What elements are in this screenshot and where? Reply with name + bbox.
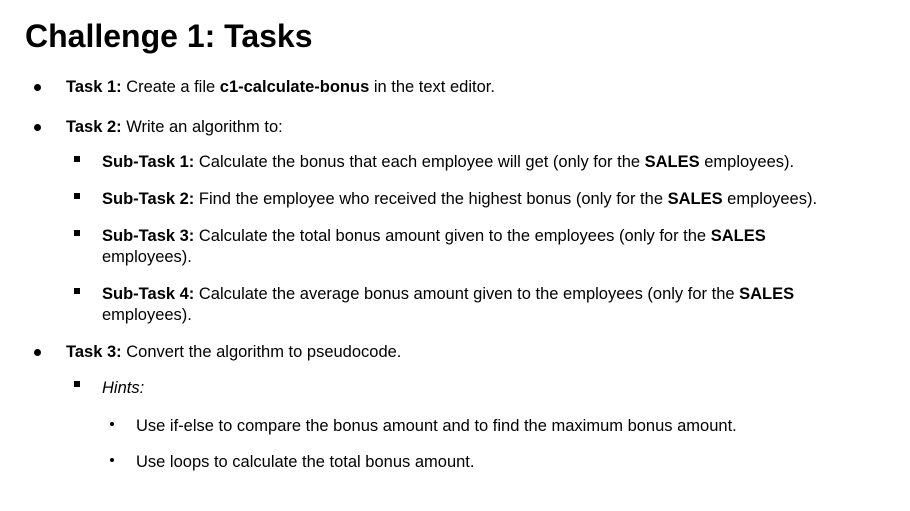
subtask-2-sales: SALES xyxy=(667,190,723,208)
dot-bullet-icon xyxy=(110,458,114,462)
task-1-text-end: in the text editor. xyxy=(369,78,495,96)
subtask-4-text: Calculate the average bonus amount given… xyxy=(194,285,740,303)
bullet-icon xyxy=(34,124,41,131)
subtask-1-end: employees). xyxy=(699,153,795,171)
subtask-2-end: employees). xyxy=(722,190,818,208)
page-title: Challenge 1: Tasks xyxy=(25,18,313,54)
subtask-2-text: Find the employee who received the highe… xyxy=(194,190,668,208)
task-3: Task 3: Convert the algorithm to pseudoc… xyxy=(66,342,401,363)
subtask-3-text: Calculate the total bonus amount given t… xyxy=(194,227,711,245)
subtask-1: Sub-Task 1: Calculate the bonus that eac… xyxy=(102,152,794,173)
subtask-3: Sub-Task 3: Calculate the total bonus am… xyxy=(102,226,766,247)
task-3-text: Convert the algorithm to pseudocode. xyxy=(121,343,402,361)
hint-1: Use if-else to compare the bonus amount … xyxy=(136,417,737,435)
subtask-4-continuation: employees). xyxy=(102,306,192,324)
task-1-file: c1-calculate-bonus xyxy=(219,78,370,96)
square-bullet-icon xyxy=(74,156,80,162)
subtask-4: Sub-Task 4: Calculate the average bonus … xyxy=(102,284,794,305)
square-bullet-icon xyxy=(74,288,80,294)
subtask-1-label: Sub-Task 1: xyxy=(102,153,195,171)
task-1-label: Task 1: xyxy=(66,78,122,96)
square-bullet-icon xyxy=(74,230,80,236)
subtask-3-sales: SALES xyxy=(710,227,766,245)
subtask-2: Sub-Task 2: Find the employee who receiv… xyxy=(102,189,817,210)
subtask-1-sales: SALES xyxy=(644,153,700,171)
square-bullet-icon xyxy=(74,193,80,199)
subtask-4-sales: SALES xyxy=(739,285,795,303)
bullet-icon xyxy=(34,84,41,91)
square-bullet-icon xyxy=(74,381,80,387)
task-2-text: Write an algorithm to: xyxy=(121,118,283,136)
task-2: Task 2: Write an algorithm to: xyxy=(66,117,283,138)
hints-label: Hints: xyxy=(102,379,145,397)
subtask-4-label: Sub-Task 4: xyxy=(102,285,195,303)
task-1: Task 1: Create a file c1-calculate-bonus… xyxy=(66,77,495,98)
subtask-2-label: Sub-Task 2: xyxy=(102,190,195,208)
hint-2: Use loops to calculate the total bonus a… xyxy=(136,453,475,471)
subtask-3-label: Sub-Task 3: xyxy=(102,227,195,245)
subtask-3-continuation: employees). xyxy=(102,248,192,266)
task-1-text: Create a file xyxy=(121,78,220,96)
bullet-icon xyxy=(34,349,41,356)
task-2-label: Task 2: xyxy=(66,118,122,136)
dot-bullet-icon xyxy=(110,422,114,426)
subtask-1-text: Calculate the bonus that each employee w… xyxy=(194,153,645,171)
task-3-label: Task 3: xyxy=(66,343,122,361)
